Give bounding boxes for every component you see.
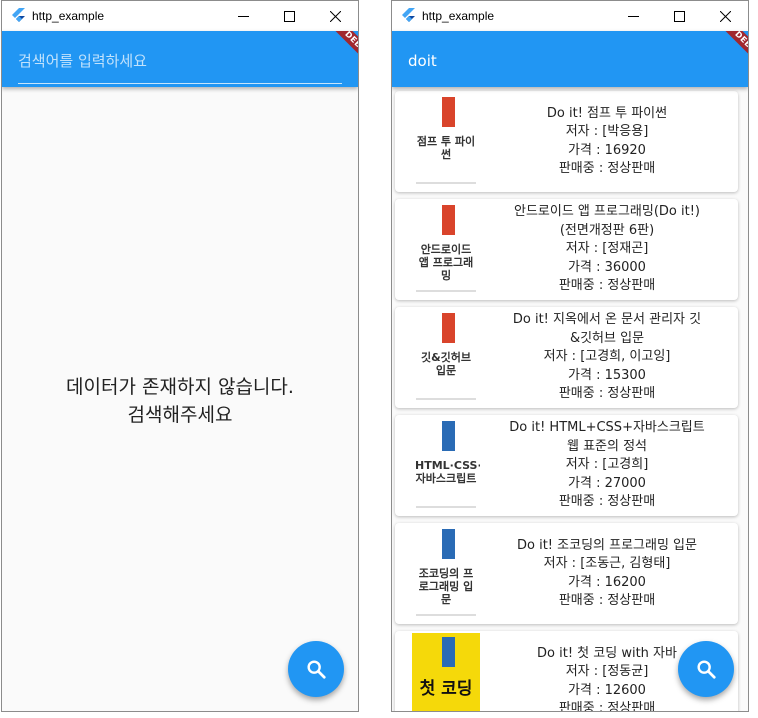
maximize-icon	[673, 10, 685, 22]
book-info: Do it! 지옥에서 온 문서 관리자 깃 &깃허브 입문저자 : [고경희, …	[480, 311, 738, 404]
window-title: http_example	[422, 9, 495, 23]
search-fab[interactable]	[678, 641, 734, 697]
book-cover-image: 안드로이드 앱 프로그래밍	[412, 201, 480, 298]
book-info-line: 안드로이드 앱 프로그래밍(Do it!)	[514, 204, 700, 220]
book-cover-image: 첫 코딩	[412, 633, 480, 711]
search-icon	[697, 660, 716, 679]
book-cover-image: 조코딩의 프로그래밍 입문	[412, 525, 480, 622]
search-icon	[307, 660, 326, 679]
book-info-line: 저자 : [조동근, 김형태]	[543, 556, 671, 571]
empty-message-line2: 검색해주세요	[127, 404, 233, 426]
window-titlebar[interactable]: http_example	[2, 1, 358, 31]
book-info-line: 판매중 : 정상판매	[558, 593, 656, 608]
book-cover-image: HTML·CSS· 자바스크립트	[412, 417, 480, 514]
cover-footer	[416, 182, 476, 184]
cover-footer	[416, 614, 476, 616]
cover-title: 첫 코딩	[419, 679, 473, 699]
window-title: http_example	[32, 9, 105, 23]
book-info-line: 가격 : 27000	[568, 475, 646, 491]
book-info: Do it! 점프 투 파이썬저자 : [박응용] 가격 : 16920 판매중 :…	[480, 105, 738, 179]
maximize-button[interactable]	[266, 1, 312, 31]
book-info: Do it! HTML+CSS+자바스크립트웹 표준의 정석저자 : [고경희]…	[480, 419, 738, 512]
cover-footer	[416, 506, 476, 508]
cover-accent	[442, 313, 455, 343]
right-app-window: http_example doit DEBUG 점프 투 파이썬 Do it! 점…	[391, 0, 749, 712]
flutter-icon	[402, 8, 415, 22]
book-info-line: (전면개정판 6판)	[559, 222, 655, 238]
flutter-icon	[12, 8, 25, 22]
debug-banner: DEBUG	[314, 31, 358, 75]
cover-accent	[442, 205, 455, 235]
book-info-line: 판매중 : 정상판매	[558, 386, 656, 402]
debug-label: DEBUG	[715, 31, 748, 75]
cover-title: 깃&깃허브 입문	[420, 351, 472, 377]
book-info-line: 저자 : [고경희]	[565, 457, 649, 473]
debug-banner: DEBUG	[704, 31, 748, 75]
search-input[interactable]: 검색어를 입력하세요	[18, 43, 342, 84]
book-info: Do it! 조코딩의 프로그래밍 입문저자 : [조동근, 김형태] 가격 : …	[480, 537, 738, 611]
cover-footer	[416, 398, 476, 400]
cover-title: 점프 투 파이썬	[416, 135, 476, 161]
book-info-line: 웹 표준의 정석	[566, 438, 648, 454]
book-info-line: 판매중 : 정상판매	[558, 161, 656, 176]
cover-title: HTML·CSS· 자바스크립트	[415, 459, 480, 485]
book-info-line: Do it! 조코딩의 프로그래밍 입문	[517, 537, 697, 553]
window-titlebar[interactable]: http_example	[392, 1, 748, 31]
cover-accent	[442, 421, 455, 451]
book-info: 안드로이드 앱 프로그래밍(Do it!) (전면개정판 6판) 저자 : [정재곤…	[480, 203, 738, 296]
book-cover-image: 깃&깃허브 입문	[412, 309, 480, 406]
book-cover-image: 점프 투 파이썬	[412, 93, 480, 190]
cover-title: 안드로이드 앱 프로그래밍	[418, 243, 474, 282]
book-info-line: 가격 : 16920	[568, 142, 646, 158]
minimize-button[interactable]	[220, 1, 266, 31]
book-info-line: Do it! 점프 투 파이썬	[546, 105, 668, 121]
app-bar: doit	[392, 31, 748, 87]
debug-label: DEBUG	[325, 31, 358, 75]
cover-accent	[442, 637, 455, 667]
book-info-line: 판매중 : 정상판매	[558, 278, 656, 294]
book-info-line: Do it! HTML+CSS+자바스크립트	[509, 420, 705, 436]
close-button[interactable]	[312, 1, 358, 31]
book-card[interactable]: HTML·CSS· 자바스크립트 Do it! HTML+CSS+자바스크립트 웹 …	[395, 415, 738, 516]
book-info-line: 판매중 : 정상판매	[558, 494, 656, 510]
book-info-line: 판매중 : 정상판매	[558, 701, 656, 711]
book-card[interactable]: 점프 투 파이썬 Do it! 점프 투 파이썬저자 : [박응용] 가격 : 16…	[395, 91, 738, 192]
cover-accent	[442, 529, 455, 559]
minimize-button[interactable]	[610, 1, 656, 31]
book-info-line: 저자 : [고경희, 이고잉]	[543, 349, 671, 365]
close-icon	[329, 10, 341, 22]
minimize-icon	[627, 15, 639, 17]
book-info-line: 저자 : [박응용]	[565, 124, 649, 139]
book-info-line: 가격 : 36000	[568, 259, 646, 275]
empty-message-line1: 데이터가 존재하지 않습니다.	[66, 376, 294, 398]
empty-message: 데이터가 존재하지 않습니다. 검색해주세요	[2, 373, 358, 429]
book-card[interactable]: 깃&깃허브 입문 Do it! 지옥에서 온 문서 관리자 깃 &깃허브 입문저자 …	[395, 307, 738, 408]
book-list[interactable]: 점프 투 파이썬 Do it! 점프 투 파이썬저자 : [박응용] 가격 : 16…	[392, 87, 748, 711]
book-info-line: 저자 : [정재곤]	[565, 241, 649, 257]
close-icon	[719, 10, 731, 22]
book-card[interactable]: 조코딩의 프로그래밍 입문 Do it! 조코딩의 프로그래밍 입문 저자 : [조…	[395, 523, 738, 624]
book-info-line: 가격 : 15300	[568, 367, 646, 383]
cover-accent	[442, 97, 455, 127]
maximize-button[interactable]	[656, 1, 702, 31]
minimize-icon	[237, 15, 249, 17]
book-card[interactable]: 안드로이드 앱 프로그래밍 안드로이드 앱 프로그래밍(Do it!) (전면개정판…	[395, 199, 738, 300]
app-bar: 검색어를 입력하세요	[2, 31, 358, 87]
book-info-line: &깃허브 입문	[569, 330, 645, 346]
search-fab[interactable]	[288, 641, 344, 697]
cover-footer	[416, 290, 476, 292]
maximize-icon	[283, 10, 295, 22]
cover-title: 조코딩의 프로그래밍 입문	[418, 567, 474, 606]
close-button[interactable]	[702, 1, 748, 31]
book-info-line: Do it! 지옥에서 온 문서 관리자 깃	[512, 312, 702, 328]
search-input[interactable]: doit	[408, 43, 732, 83]
book-info-line: 가격 : 16200	[568, 574, 646, 590]
left-app-window: http_example 검색어를 입력하세요 DEBUG 데이터가 존재하지 …	[1, 0, 359, 712]
